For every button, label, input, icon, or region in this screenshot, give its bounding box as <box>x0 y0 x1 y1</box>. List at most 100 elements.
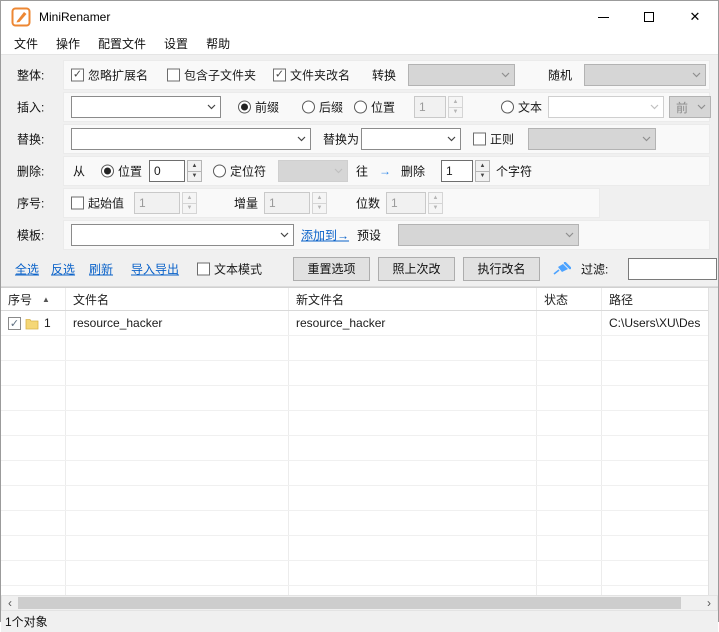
start-value-spinner[interactable]: 1 ▲▼ <box>134 192 197 214</box>
replace-with-combobox[interactable] <box>361 128 461 150</box>
regex-checkbox[interactable]: 正则 <box>473 131 514 148</box>
header-path[interactable]: 路径 <box>602 288 708 310</box>
header-new-filename[interactable]: 新文件名 <box>289 288 537 310</box>
options-panel: 整体: ✓ 忽略扩展名 包含子文件夹 ✓ 文件夹改名 转换 随机 插入: <box>1 55 718 251</box>
ignore-extension-checkbox[interactable]: ✓ 忽略扩展名 <box>71 67 148 84</box>
template-combobox[interactable] <box>71 224 294 246</box>
execute-rename-button[interactable]: 执行改名 <box>463 257 540 281</box>
chevron-down-icon <box>650 104 659 110</box>
reset-options-button[interactable]: 重置选项 <box>293 257 370 281</box>
header-filename[interactable]: 文件名 <box>66 288 289 310</box>
close-button[interactable]: ✕ <box>672 1 718 33</box>
invert-selection-link[interactable]: 反选 <box>51 260 75 277</box>
spinner-arrows[interactable]: ▲▼ <box>187 160 202 182</box>
minimize-button[interactable] <box>580 1 626 33</box>
rename-folder-checkbox[interactable]: ✓ 文件夹改名 <box>273 67 350 84</box>
window-title: MiniRenamer <box>39 10 110 24</box>
add-to-link[interactable]: 添加到→ <box>301 227 349 244</box>
spin-up-icon: ▲ <box>187 160 202 172</box>
digits-spinner[interactable]: 1 ▲▼ <box>386 192 443 214</box>
menu-operation[interactable]: 操作 <box>47 33 89 54</box>
chevron-down-icon <box>280 232 289 238</box>
random-label: 随机 <box>548 67 572 84</box>
scrollbar-thumb[interactable] <box>18 597 681 609</box>
text-mode-checkbox[interactable]: 文本模式 <box>197 260 262 277</box>
prefix-radio[interactable]: 前缀 <box>238 99 279 116</box>
header-status[interactable]: 状态 <box>537 288 602 310</box>
row-insert: 插入: 前缀 后缀 位置 1 ▲▼ 文本 前 <box>1 91 718 123</box>
direction-arrow-icon[interactable]: → <box>379 164 391 178</box>
insert-position-spinner[interactable]: 1 ▲▼ <box>414 96 463 118</box>
checkbox-unchecked-icon <box>167 69 180 82</box>
start-value-checkbox[interactable]: 起始值 <box>71 195 124 212</box>
toward-label: 往 <box>356 163 368 180</box>
insert-label: 插入: <box>17 99 44 116</box>
convert-label: 转换 <box>372 67 396 84</box>
chevron-down-icon <box>642 136 651 142</box>
maximize-icon <box>644 12 654 22</box>
pin-icon[interactable] <box>553 262 571 276</box>
horizontal-scrollbar[interactable]: ‹ › <box>1 595 718 611</box>
delete-word-label: 删除 <box>401 163 425 180</box>
spinner-arrows[interactable]: ▲▼ <box>312 192 327 214</box>
insert-locator-dropdown[interactable] <box>548 96 664 118</box>
spinner-arrows[interactable]: ▲▼ <box>448 96 463 118</box>
header-serial[interactable]: 序号 ▲ <box>1 288 66 310</box>
import-export-link[interactable]: 导入导出 <box>131 260 179 277</box>
row-serial: 序号: 起始值 1 ▲▼ 增量 1 ▲▼ 位数 1 ▲▼ <box>1 187 718 219</box>
scroll-right-icon[interactable]: › <box>701 596 717 610</box>
row-checkbox[interactable]: ✓ <box>8 317 21 330</box>
row-number: 1 <box>44 316 51 330</box>
window-controls: ✕ <box>580 1 718 33</box>
filter-label: 过滤: <box>581 260 608 277</box>
delete-position-spinner[interactable]: 0 ▲▼ <box>149 160 202 182</box>
menu-help[interactable]: 帮助 <box>197 33 239 54</box>
spinner-arrows[interactable]: ▲▼ <box>475 160 490 182</box>
menu-settings[interactable]: 设置 <box>155 33 197 54</box>
replace-search-combobox[interactable] <box>71 128 311 150</box>
menu-profile[interactable]: 配置文件 <box>89 33 155 54</box>
delete-label: 删除: <box>17 163 44 180</box>
radio-selected-icon <box>101 165 114 178</box>
regex-preset-dropdown[interactable] <box>528 128 656 150</box>
table-row-empty <box>1 561 708 586</box>
delete-count-spinner[interactable]: 1 ▲▼ <box>441 160 490 182</box>
spinner-arrows[interactable]: ▲▼ <box>182 192 197 214</box>
suffix-radio[interactable]: 后缀 <box>302 99 343 116</box>
insert-text-combobox[interactable] <box>71 96 221 118</box>
anchor-dropdown[interactable] <box>278 160 348 182</box>
repeat-last-rename-button[interactable]: 照上次改 <box>378 257 455 281</box>
template-label: 模板: <box>17 227 44 244</box>
chevron-down-icon <box>447 136 456 142</box>
anchor-radio[interactable]: 定位符 <box>213 163 266 180</box>
minirenamer-window: { "window": { "title": "MiniRenamer", "m… <box>0 0 719 622</box>
include-subfolder-checkbox[interactable]: 包含子文件夹 <box>167 67 256 84</box>
table-row[interactable]: ✓ 1 resource_hacker resource_hacker C:\U… <box>1 311 708 336</box>
delete-position-radio[interactable]: 位置 <box>101 163 142 180</box>
random-dropdown[interactable] <box>584 64 706 86</box>
row-filename: resource_hacker <box>66 311 289 335</box>
menu-file[interactable]: 文件 <box>5 33 47 54</box>
scroll-left-icon[interactable]: ‹ <box>2 596 18 610</box>
insert-position-radio[interactable]: 位置 <box>354 99 395 116</box>
row-replace: 替换: 替换为 正则 <box>1 123 718 155</box>
front-back-dropdown[interactable]: 前 <box>669 96 711 118</box>
filter-input[interactable] <box>628 258 717 280</box>
vertical-scrollbar[interactable] <box>708 288 718 595</box>
convert-dropdown[interactable] <box>408 64 515 86</box>
refresh-link[interactable]: 刷新 <box>89 260 113 277</box>
spin-down-icon: ▼ <box>182 204 197 215</box>
digits-label: 位数 <box>356 195 380 212</box>
minimize-icon <box>598 17 609 18</box>
spinner-arrows[interactable]: ▲▼ <box>428 192 443 214</box>
spin-up-icon: ▲ <box>182 192 197 204</box>
row-status <box>537 311 602 335</box>
text-radio[interactable]: 文本 <box>501 99 542 116</box>
maximize-button[interactable] <box>626 1 672 33</box>
select-all-link[interactable]: 全选 <box>15 260 39 277</box>
chevron-down-icon <box>697 104 706 110</box>
overall-label: 整体: <box>17 67 44 84</box>
increment-spinner[interactable]: 1 ▲▼ <box>264 192 327 214</box>
row-delete: 删除: 从 位置 0 ▲▼ 定位符 往 → 删除 1 ▲▼ 个字符 <box>1 155 718 187</box>
preset-dropdown[interactable] <box>398 224 579 246</box>
